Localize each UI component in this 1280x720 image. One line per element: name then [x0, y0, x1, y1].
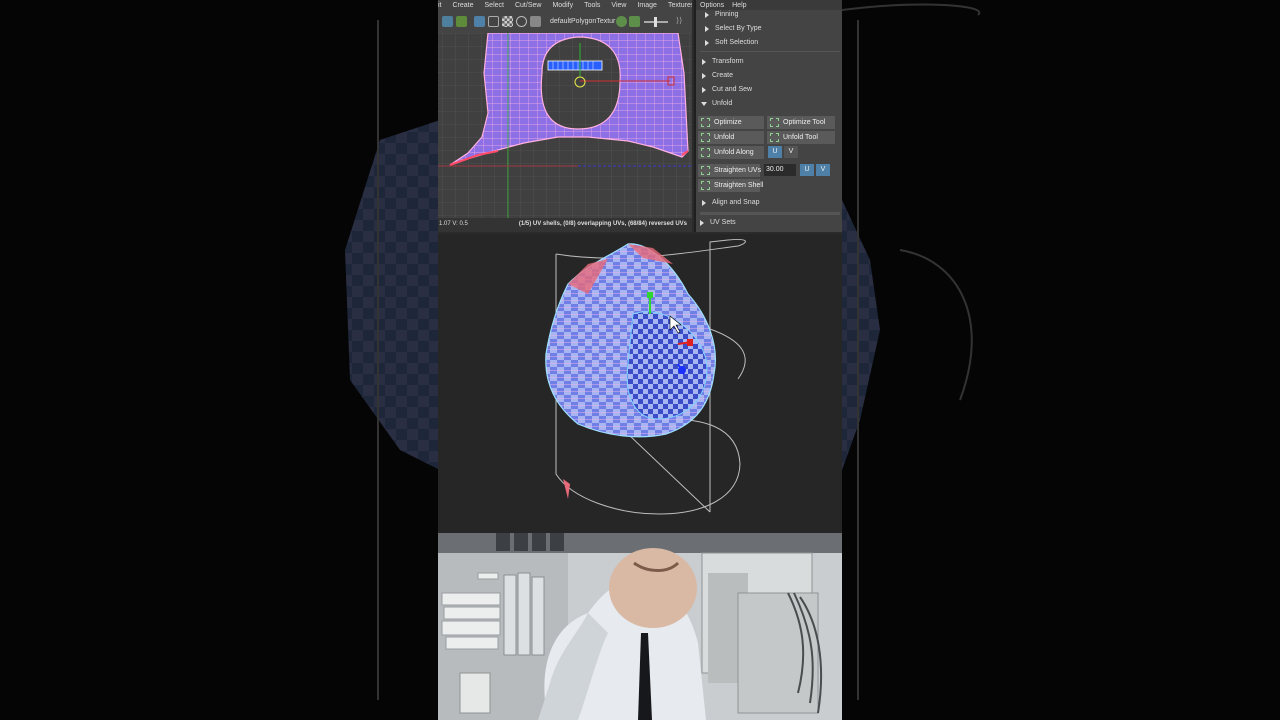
optimize-button[interactable]: Optimize	[698, 116, 764, 129]
straighten-u-toggle[interactable]: U	[800, 164, 814, 176]
menu-image[interactable]: Image	[631, 0, 661, 11]
section-divider	[700, 212, 840, 215]
uv-grid-icon[interactable]	[442, 16, 453, 27]
binders-lower	[503, 572, 545, 656]
uv-shell-status: (1/5) UV shells, (0/8) overlapping UVs, …	[518, 221, 687, 227]
character-head	[609, 548, 697, 628]
uv-frame-icon[interactable]	[488, 16, 499, 27]
uv-statusbar: 1.07 V: 0.5 (1/5) UV shells, (0/8) overl…	[438, 218, 692, 232]
collapse-arrow-icon	[702, 200, 706, 206]
section-uv-sets[interactable]: UV Sets	[696, 217, 842, 230]
unfold-icon	[701, 133, 710, 142]
optimize-tool-button[interactable]: Optimize Tool	[767, 116, 835, 129]
uv-selection-handle	[547, 60, 603, 71]
menu-cut-sew[interactable]: Cut/Sew	[509, 0, 546, 11]
uv-editor-toolbar: defaultPolygonTextur ⟩⟩	[438, 11, 692, 34]
unfold-tool-icon	[770, 133, 779, 142]
section-create[interactable]: Create	[696, 70, 842, 83]
straighten-v-toggle[interactable]: V	[816, 164, 830, 176]
3d-viewport[interactable]	[438, 234, 842, 533]
uv-lattice-icon[interactable]	[456, 16, 467, 27]
unfold-button[interactable]: Unfold	[698, 131, 764, 144]
collapse-arrow-icon	[705, 40, 709, 46]
section-soft-selection[interactable]: Soft Selection	[696, 37, 842, 50]
collapse-arrow-icon	[700, 220, 704, 226]
collapse-arrow-icon	[702, 59, 706, 65]
expand-arrow-icon	[701, 102, 707, 106]
collapse-arrow-icon	[702, 73, 706, 79]
section-cut-and-sew[interactable]: Cut and Sew	[696, 84, 842, 97]
texture-dropdown[interactable]: defaultPolygonTextur	[550, 18, 615, 25]
unfold-along-v-toggle[interactable]: V	[784, 146, 798, 158]
uv-coordinates: 1.07 V: 0.5	[439, 221, 468, 227]
exposure-slider[interactable]	[644, 17, 668, 27]
straighten-shell-button[interactable]: Straighten Shell	[698, 179, 763, 192]
menu-select[interactable]: Select	[479, 0, 509, 11]
menu-tools[interactable]: Tools	[578, 0, 605, 11]
uv-canvas[interactable]	[438, 33, 692, 219]
collapse-arrow-icon	[705, 26, 709, 32]
unfold-along-u-toggle[interactable]: U	[768, 146, 782, 158]
menu-create[interactable]: Create	[447, 0, 479, 11]
section-align-and-snap[interactable]: Align and Snap	[696, 197, 842, 210]
menu-modify[interactable]: Modify	[546, 0, 578, 11]
straighten-angle-field[interactable]: 30.00	[764, 164, 796, 176]
unfold-along-icon	[701, 148, 710, 157]
unfold-tool-button[interactable]: Unfold Tool	[767, 131, 835, 144]
video-frame: it Create Select Cut/Sew Modify Tools Vi…	[438, 0, 842, 720]
collapse-arrow-icon	[705, 12, 709, 18]
straighten-shell-icon	[701, 181, 710, 190]
gamma-icon[interactable]	[629, 16, 640, 27]
more-tools-icon[interactable]: ⟩⟩	[676, 16, 682, 25]
uv-editor: it Create Select Cut/Sew Modify Tools Vi…	[438, 0, 692, 232]
uv-select-icon[interactable]	[474, 16, 485, 27]
collapse-arrow-icon	[702, 87, 706, 93]
straighten-uvs-icon	[701, 166, 710, 175]
camera-icon[interactable]	[530, 16, 541, 27]
menu-textures[interactable]: Textures	[662, 0, 692, 11]
uv-toolkit-panel: Options Help Pinning Select By Type Soft…	[694, 0, 842, 232]
section-transform[interactable]: Transform	[696, 56, 842, 69]
unfold-along-button[interactable]: Unfold Along	[698, 146, 764, 159]
exposure-icon[interactable]	[616, 16, 627, 27]
optimize-tool-icon	[770, 118, 779, 127]
section-divider	[700, 51, 840, 52]
straighten-uvs-button[interactable]: Straighten UVs	[698, 164, 761, 177]
optimize-icon	[701, 118, 710, 127]
menu-view[interactable]: View	[605, 0, 631, 11]
section-select-by-type[interactable]: Select By Type	[696, 23, 842, 36]
display-icon[interactable]	[516, 16, 527, 27]
section-unfold[interactable]: Unfold	[696, 98, 842, 111]
section-pinning[interactable]: Pinning	[696, 9, 842, 22]
reaction-video-clip	[438, 533, 842, 720]
checker-icon[interactable]	[502, 16, 513, 27]
uv-editor-menubar: it Create Select Cut/Sew Modify Tools Vi…	[438, 0, 692, 11]
menu-edit[interactable]: it	[438, 0, 447, 11]
